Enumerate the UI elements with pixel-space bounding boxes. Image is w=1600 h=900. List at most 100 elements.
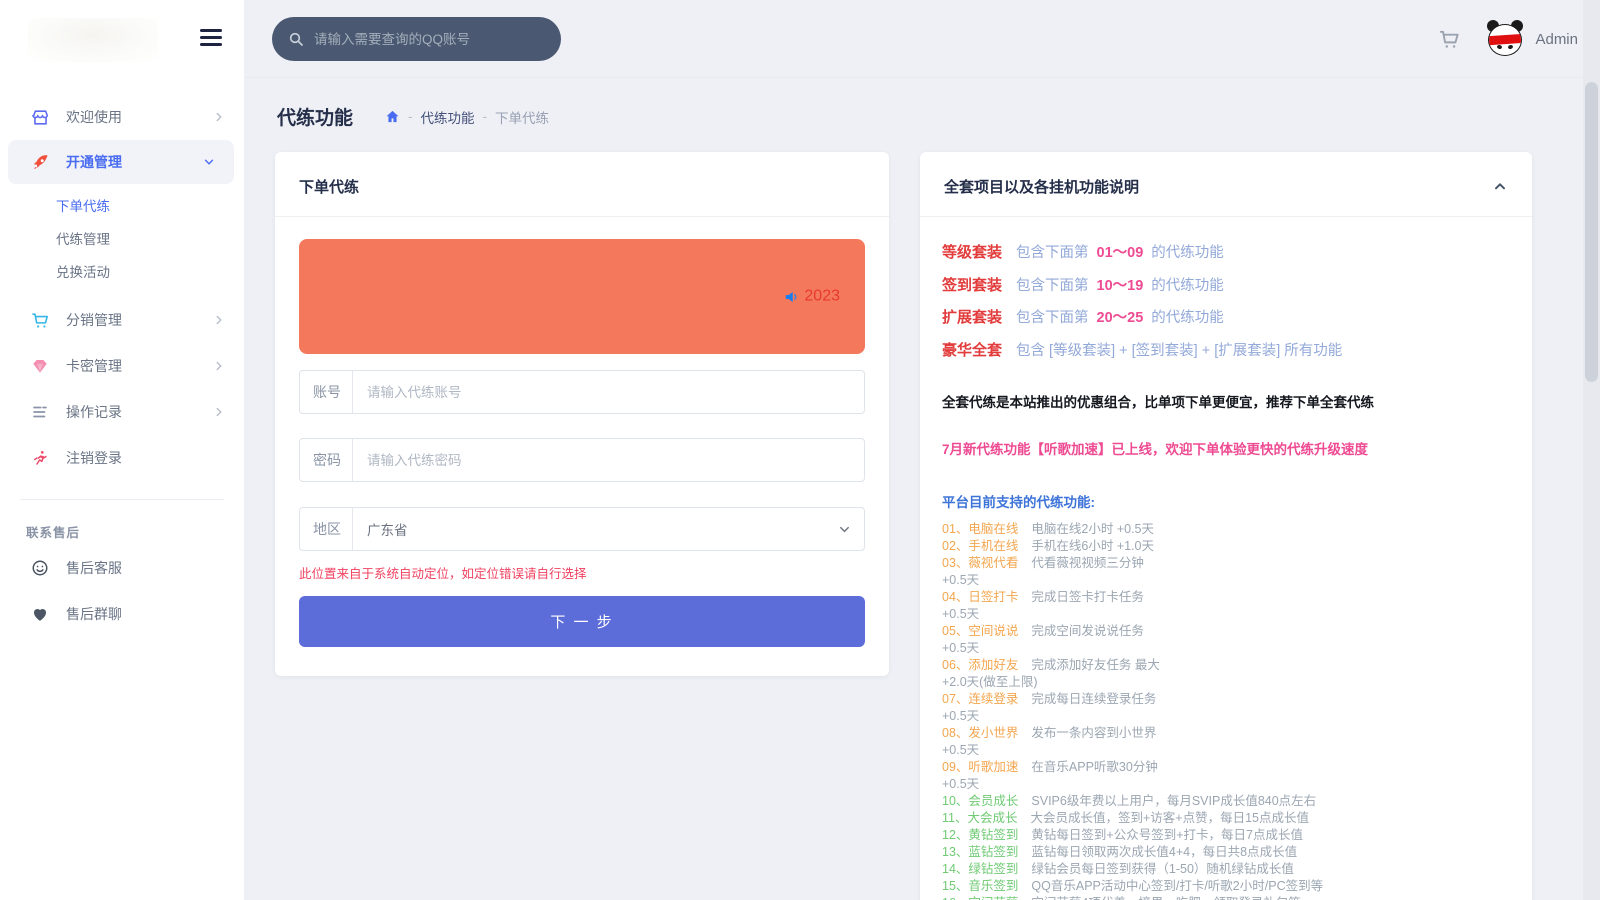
breadcrumb-current: 下单代练 (495, 107, 549, 127)
submenu-item-order[interactable]: 下单代练 (0, 190, 244, 223)
feature-name: 12、黄钻签到 (942, 828, 1018, 842)
rocket-icon (30, 152, 50, 172)
package-range: 20～25 (1097, 310, 1144, 326)
speaker-icon (783, 287, 802, 306)
feature-list-title: 平台目前支持的代练功能: (942, 491, 1510, 511)
feature-extra: +0.5天 (942, 708, 1510, 725)
sidebar-item-distribution[interactable]: 分销管理 (0, 297, 244, 343)
feature-item: 16、空间花藤空间花藤4项代养、摘果、吃肥、领取登录礼包等 (942, 895, 1510, 900)
sidebar-item-label: 欢迎使用 (66, 107, 122, 127)
sidebar-item-support-service[interactable]: 售后客服 (0, 545, 244, 591)
submenu-item-exchange[interactable]: 兑换活动 (0, 256, 244, 289)
sidebar-item-label: 操作记录 (66, 402, 122, 422)
package-line: 扩展套装包含下面第 20～25 的代练功能 (942, 302, 1510, 335)
chevron-right-icon (212, 359, 226, 373)
order-card: 下单代练 2023 账号 密码 (275, 152, 889, 676)
order-card-title: 下单代练 (299, 176, 359, 197)
user-menu[interactable]: Admin (1487, 21, 1578, 57)
package-range: 01～09 (1097, 245, 1144, 261)
feature-desc: SVIP6级年费以上用户，每月SVIP成长值840点左右 (1031, 794, 1316, 808)
feature-item: 05、空间说说完成空间发说说任务+0.5天 (942, 623, 1510, 657)
sidebar-item-label: 注销登录 (66, 448, 122, 468)
feature-item: 15、音乐签到QQ音乐APP活动中心签到/打卡/听歌2小时/PC签到等 (942, 878, 1510, 895)
package-name: 等级套装 (942, 244, 1002, 261)
account-label: 账号 (300, 382, 352, 402)
feature-desc: 电脑在线2小时 +0.5天 (1031, 522, 1154, 536)
feature-desc: 手机在线6小时 +1.0天 (1031, 539, 1154, 553)
region-select[interactable]: 地区 广东省 (299, 507, 865, 551)
sidebar-section-label: 联系售后 (0, 500, 244, 545)
submenu-item-manage[interactable]: 代练管理 (0, 223, 244, 256)
feature-desc: 完成空间发说说任务 (1031, 624, 1144, 638)
sidebar-item-logout[interactable]: 注销登录 (0, 435, 244, 481)
feature-item: 10、会员成长 SVIP6级年费以上用户，每月SVIP成长值840点左右 (942, 793, 1510, 810)
package-prefix: 包含下面第 (1016, 245, 1089, 261)
next-step-button[interactable]: 下 一 步 (299, 596, 865, 647)
feature-desc: 大会员成长值，签到+访客+点赞，每日15点成长值 (1030, 811, 1309, 825)
sidebar-item-label: 售后群聊 (66, 604, 122, 624)
feature-extra: +0.5天 (942, 776, 1510, 793)
feature-name: 13、蓝钻签到 (942, 845, 1018, 859)
package-prefix: 包含下面第 (1016, 310, 1089, 326)
logout-runner-icon (30, 448, 50, 468)
feature-desc: 在音乐APP听歌30分钟 (1031, 760, 1157, 774)
package-line: 等级套装包含下面第 01～09 的代练功能 (942, 237, 1510, 270)
package-suffix: 的代练功能 (1151, 245, 1224, 261)
feature-item: 08、发小世界发布一条内容到小世界+0.5天 (942, 725, 1510, 759)
hamburger-menu-icon[interactable] (200, 29, 222, 47)
page-head: 代练功能 - 代练功能 - 下单代练 (277, 103, 549, 130)
storefront-icon (30, 107, 50, 127)
topbar-actions: Admin (1438, 0, 1578, 78)
search-input[interactable] (314, 32, 534, 47)
page-scrollbar[interactable] (1583, 0, 1600, 900)
breadcrumb-parent[interactable]: 代练功能 (421, 107, 475, 127)
package-name: 扩展套装 (942, 309, 1002, 326)
logo[interactable] (28, 18, 158, 62)
order-card-body: 2023 账号 密码 地区 广东省 此位置来自于系统 (275, 217, 889, 672)
collapse-chevron-up-icon[interactable] (1492, 179, 1508, 195)
search-bar[interactable] (272, 17, 561, 61)
banner-marquee: 2023 (783, 287, 840, 306)
sidebar-item-logs[interactable]: 操作记录 (0, 389, 244, 435)
feature-desc: 发布一条内容到小世界 (1031, 726, 1156, 740)
feature-item: 12、黄钻签到黄钻每日签到+公众号签到+打卡，每日7点成长值 (942, 827, 1510, 844)
sidebar-item-welcome[interactable]: 欢迎使用 (0, 94, 244, 140)
password-input[interactable] (353, 453, 864, 468)
package-list: 等级套装包含下面第01～09的代练功能签到套装包含下面第10～19的代练功能扩展… (942, 237, 1510, 367)
feature-desc: QQ音乐APP活动中心签到/打卡/听歌2小时/PC签到等 (1031, 879, 1323, 893)
chevron-down-icon (202, 155, 216, 169)
feature-name: 10、会员成长 (942, 794, 1018, 808)
package-prefix: 包含 [等级套装] + [签到套装] + [扩展套装] 所有功能 (1016, 343, 1342, 359)
feature-item: 09、听歌加速在音乐APP听歌30分钟+0.5天 (942, 759, 1510, 793)
feature-desc: 完成每日连续登录任务 (1031, 692, 1156, 706)
feature-desc: 完成添加好友任务 最大 (1031, 658, 1159, 672)
sidebar-submenu: 下单代练 代练管理 兑换活动 (0, 184, 244, 297)
package-prefix: 包含下面第 (1016, 278, 1089, 294)
order-card-header: 下单代练 (275, 152, 889, 217)
password-field-group: 密码 (299, 438, 865, 482)
cart-icon[interactable] (1438, 28, 1461, 51)
chevron-right-icon (212, 405, 226, 419)
account-field-group: 账号 (299, 370, 865, 414)
sidebar-item-cardkeys[interactable]: 卡密管理 (0, 343, 244, 389)
select-chevron-down-icon (837, 522, 852, 537)
package-line: 签到套装包含下面第10～19的代练功能 (942, 270, 1510, 303)
package-suffix: 的代练功能 (1151, 278, 1224, 294)
breadcrumb: - 代练功能 - 下单代练 (385, 107, 549, 127)
banner-marquee-text: 2023 (804, 288, 840, 306)
sidebar-item-activation[interactable]: 开通管理 (8, 140, 234, 184)
feature-name: 06、添加好友 (942, 658, 1018, 672)
home-icon[interactable] (385, 109, 400, 124)
package-line: 豪华全套包含 [等级套装] + [签到套装] + [扩展套装] 所有功能 (942, 335, 1510, 368)
package-range: 10～19 (1097, 278, 1144, 294)
sidebar-item-support-group[interactable]: 售后群聊 (0, 591, 244, 637)
list-icon (30, 402, 50, 422)
account-input[interactable] (353, 385, 864, 400)
chevron-right-icon (212, 313, 226, 327)
info-card-title: 全套项目以及各挂机功能说明 (944, 176, 1139, 197)
package-suffix: 的代练功能 (1151, 310, 1224, 326)
sidebar-item-label: 售后客服 (66, 558, 122, 578)
info-card-header: 全套项目以及各挂机功能说明 (920, 152, 1532, 217)
scrollbar-thumb[interactable] (1585, 82, 1598, 382)
topbar: Admin (245, 0, 1600, 78)
